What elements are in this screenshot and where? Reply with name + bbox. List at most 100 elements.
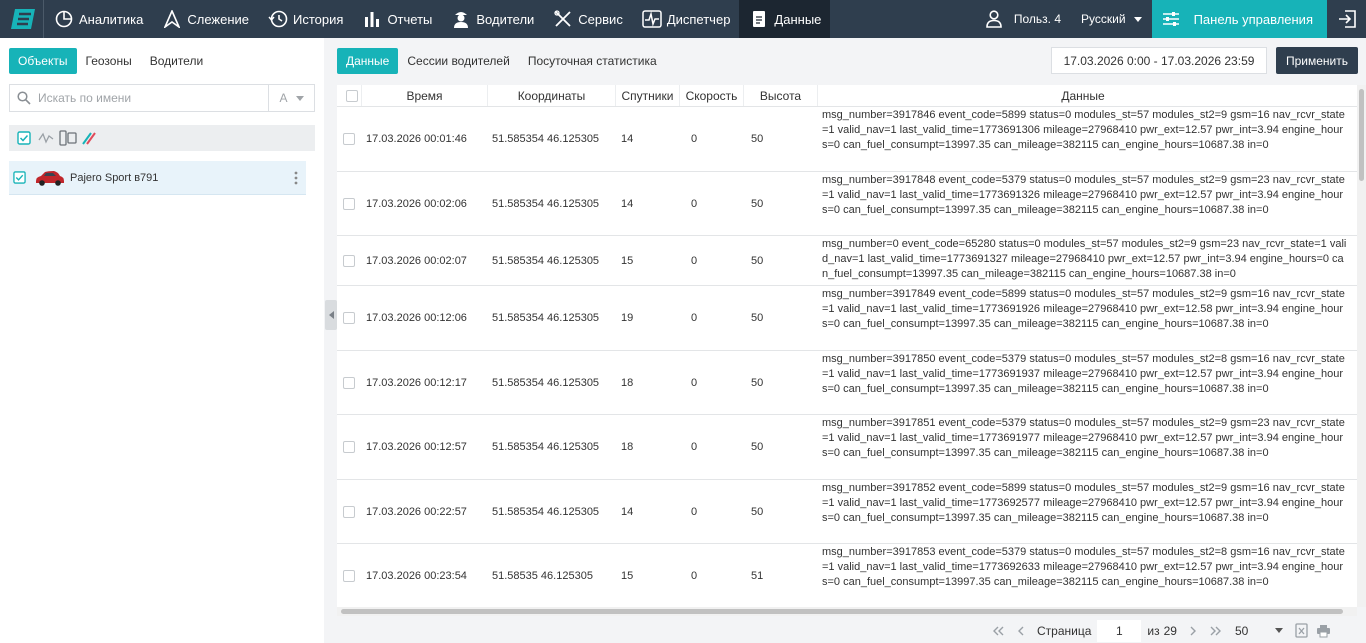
next-page-button[interactable]: [1183, 620, 1205, 642]
chevron-down-icon: [1274, 628, 1283, 633]
nav-drivers[interactable]: Водители: [441, 0, 543, 38]
row-checkbox[interactable]: [343, 197, 355, 210]
row-checkbox-cell: [337, 351, 362, 414]
table-row[interactable]: 17.03.2026 00:23:54 51.58535 46.125305 15 0…: [337, 544, 1357, 607]
header-select-all[interactable]: [337, 85, 362, 106]
data-tabs: Данные Сессии водителей Посуточная стати…: [337, 48, 666, 74]
cell-speed: 0: [691, 133, 698, 145]
table-row[interactable]: 17.03.2026 00:12:57 51.585354 46.125305 18…: [337, 415, 1357, 480]
user-menu[interactable]: Польз. 4: [976, 0, 1071, 38]
cell-data: msg_number=3917849 event_code=5899 statu…: [822, 288, 1345, 330]
table-row[interactable]: 17.03.2026 00:02:07 51.585354 46.125305 15…: [337, 236, 1357, 286]
column-speed[interactable]: Скорость: [680, 85, 744, 106]
row-checkbox[interactable]: [343, 254, 355, 267]
nav-tracking[interactable]: Слежение: [152, 0, 258, 38]
print-icon[interactable]: [1313, 620, 1335, 642]
cell-time: 17.03.2026 00:02:06: [366, 197, 467, 210]
row-checkbox[interactable]: [343, 569, 355, 582]
cell-speed: 0: [691, 254, 698, 267]
cell-coordinates: 51.585354 46.125305: [492, 133, 600, 145]
object-search: A: [9, 84, 315, 112]
row-checkbox[interactable]: [343, 133, 355, 145]
vertical-scrollbar[interactable]: [1357, 85, 1366, 607]
nav-reports[interactable]: Отчеты: [352, 0, 441, 38]
analytics-icon: [53, 9, 75, 29]
cell-altitude: 50: [751, 441, 764, 453]
panel-collapse-handle[interactable]: [325, 300, 337, 330]
devices-icon[interactable]: [57, 127, 79, 149]
language-select[interactable]: Русский: [1071, 0, 1152, 38]
cell-data: msg_number=3917848 event_code=5379 statu…: [822, 174, 1345, 216]
table-row[interactable]: 17.03.2026 00:02:06 51.585354 46.125305 14…: [337, 172, 1357, 236]
horizontal-scrollbar[interactable]: [337, 607, 1357, 616]
data-icon: [748, 9, 770, 29]
app-logo[interactable]: [4, 0, 44, 38]
tab-drivers[interactable]: Водители: [141, 48, 212, 74]
nav-data[interactable]: Данные: [739, 0, 831, 38]
nav-analytics-label: Аналитика: [79, 11, 144, 27]
page-size-select[interactable]: 50: [1235, 624, 1283, 638]
sort-select[interactable]: A: [268, 85, 314, 111]
select-all-checkbox[interactable]: [13, 127, 35, 149]
object-checkbox[interactable]: [13, 171, 26, 184]
prev-page-button[interactable]: [1009, 620, 1031, 642]
chevron-left-icon: [328, 311, 334, 319]
track-icon[interactable]: [35, 127, 57, 149]
cell-speed: 0: [691, 505, 698, 518]
table-row[interactable]: 17.03.2026 00:22:57 51.585354 46.125305 14…: [337, 480, 1357, 544]
nav-history[interactable]: История: [258, 0, 352, 38]
tab-objects[interactable]: Объекты: [9, 48, 77, 74]
cell-altitude: 51: [751, 569, 764, 582]
row-checkbox[interactable]: [343, 505, 355, 518]
cell-time: 17.03.2026 00:01:46: [366, 133, 467, 145]
column-satellites[interactable]: Спутники: [616, 85, 680, 106]
last-page-button[interactable]: [1205, 620, 1227, 642]
tab-driver-sessions[interactable]: Сессии водителей: [398, 48, 518, 74]
row-checkbox[interactable]: [343, 312, 355, 324]
nav-dispatcher-label: Диспетчер: [666, 11, 731, 27]
cell-data: msg_number=3917851 event_code=5379 statu…: [822, 417, 1345, 459]
row-checkbox[interactable]: [343, 441, 355, 453]
header-checkbox[interactable]: [346, 89, 358, 102]
first-page-button[interactable]: [987, 620, 1009, 642]
column-coordinates[interactable]: Координаты: [488, 85, 616, 106]
date-range-input[interactable]: 17.03.2026 0:00 - 17.03.2026 23:59: [1051, 47, 1267, 74]
column-data[interactable]: Данные: [818, 85, 1348, 106]
object-list-item[interactable]: Pajero Sport в791: [9, 161, 306, 195]
logout-button[interactable]: [1327, 0, 1366, 38]
nav-service[interactable]: Сервис: [543, 0, 632, 38]
table-row[interactable]: 17.03.2026 00:12:06 51.585354 46.125305 19…: [337, 286, 1357, 351]
tab-data[interactable]: Данные: [337, 48, 399, 74]
row-checkbox[interactable]: [343, 376, 355, 389]
page-number-input[interactable]: [1097, 619, 1142, 642]
vertical-scroll-thumb[interactable]: [1359, 89, 1364, 181]
cell-coordinates: 51.585354 46.125305: [492, 505, 600, 518]
cell-satellites: 14: [621, 197, 634, 210]
hide-tracks-icon[interactable]: [79, 127, 101, 149]
column-altitude[interactable]: Высота: [744, 85, 818, 106]
tab-daily-stats[interactable]: Посуточная статистика: [519, 48, 666, 74]
cell-time: 17.03.2026 00:23:54: [366, 569, 467, 582]
horizontal-scroll-thumb[interactable]: [341, 609, 1343, 614]
cell-speed: 0: [691, 312, 698, 324]
cell-coordinates: 51.585354 46.125305: [492, 312, 600, 324]
table-row[interactable]: 17.03.2026 00:12:17 51.585354 46.125305 18…: [337, 351, 1357, 415]
reports-icon: [361, 9, 383, 29]
search-input[interactable]: [38, 91, 268, 105]
row-checkbox-cell: [337, 544, 362, 607]
language-label: Русский: [1081, 12, 1126, 26]
cell-data: msg_number=3917853 event_code=5379 statu…: [822, 546, 1345, 588]
column-time[interactable]: Время: [362, 85, 488, 106]
cell-coordinates: 51.58535 46.125305: [492, 569, 593, 582]
apply-button[interactable]: Применить: [1276, 47, 1358, 74]
nav-service-label: Сервис: [578, 11, 623, 27]
table-row[interactable]: 17.03.2026 00:01:46 51.585354 46.125305 14…: [337, 107, 1357, 172]
nav-dispatcher[interactable]: Диспетчер: [632, 0, 740, 38]
control-panel-button[interactable]: Панель управления: [1151, 0, 1327, 38]
row-checkbox-cell: [337, 236, 362, 285]
more-options-icon[interactable]: [286, 171, 306, 185]
nav-analytics[interactable]: Аналитика: [44, 0, 152, 38]
tab-geozones[interactable]: Геозоны: [77, 48, 141, 74]
cell-coordinates: 51.585354 46.125305: [492, 254, 600, 267]
export-excel-icon[interactable]: [1291, 620, 1313, 642]
